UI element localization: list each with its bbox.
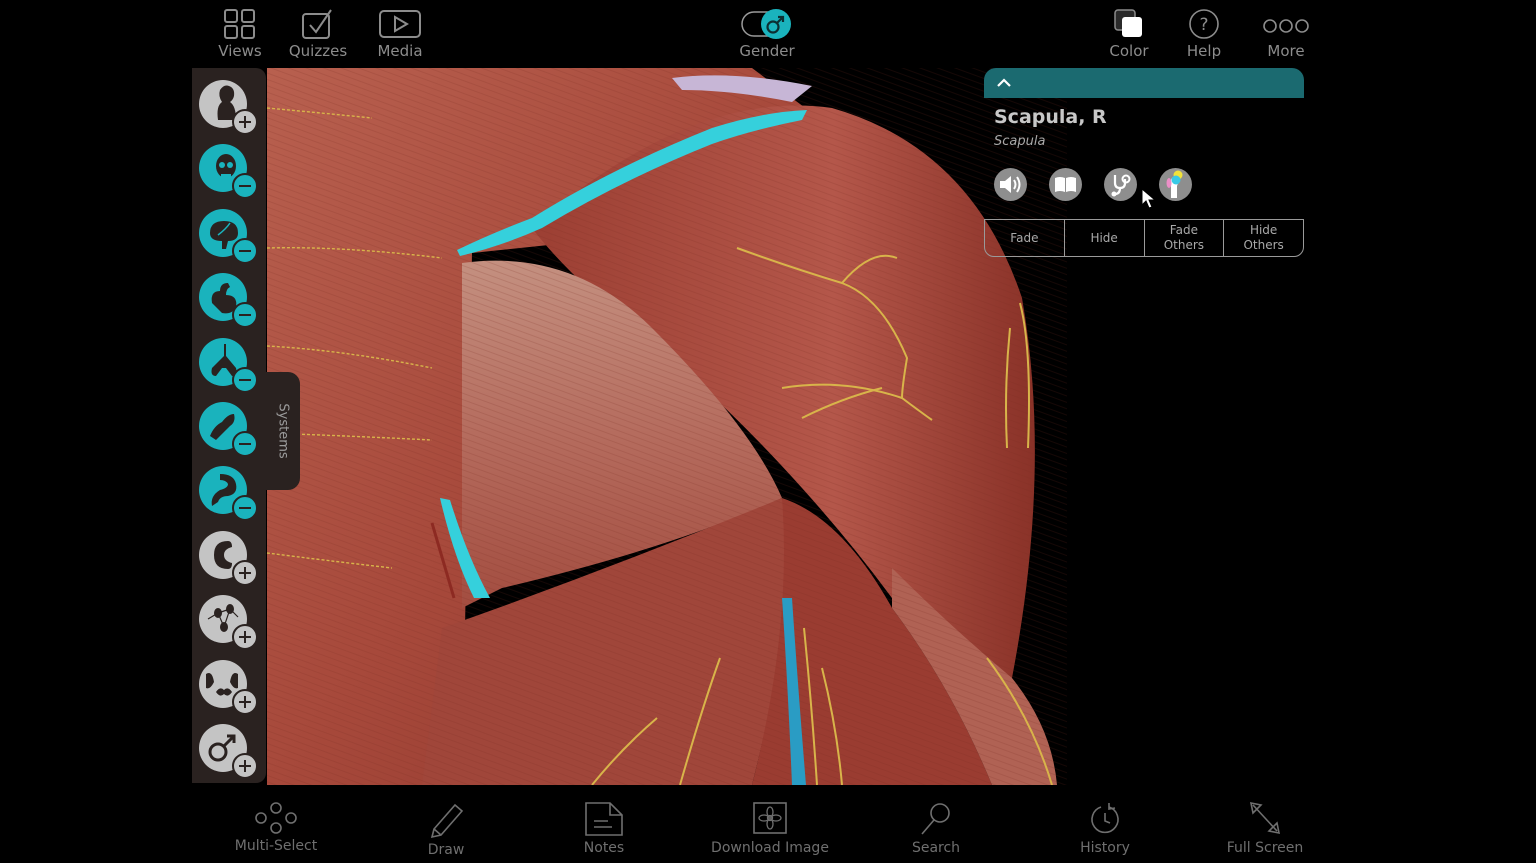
help-label: Help: [1186, 42, 1222, 60]
notes-button[interactable]: Notes: [529, 801, 679, 856]
visibility-actions: Fade Hide Fade Others Hide Others: [984, 219, 1304, 257]
systems-panel: [192, 68, 266, 783]
multi-select-label: Multi-Select: [234, 838, 318, 854]
system-toggle-nervous[interactable]: [196, 207, 262, 267]
checkbox-icon: [302, 9, 332, 39]
systems-tab-label: Systems: [275, 403, 291, 459]
definition-button[interactable]: [1049, 168, 1082, 201]
gender-label: Gender: [739, 42, 795, 60]
definition-book-icon: [1055, 177, 1076, 192]
notes-label: Notes: [583, 840, 625, 856]
download-image-label: Download Image: [711, 840, 829, 856]
clinical-button[interactable]: [1104, 168, 1137, 201]
views-button[interactable]: Views: [200, 8, 280, 60]
help-icon: ?: [1189, 9, 1219, 39]
download-image-icon: [753, 802, 787, 834]
structure-latin-name: Scapula: [994, 134, 1046, 149]
draw-label: Draw: [427, 842, 465, 858]
history-icon: [1091, 803, 1119, 834]
bottom-toolbar: Multi-Select Draw Notes Download Image S…: [192, 787, 1312, 863]
media-button[interactable]: Media: [360, 8, 440, 60]
structure-info-panel: Scapula, R Scapula Fade Hide Fade Others…: [984, 68, 1304, 258]
views-label: Views: [218, 42, 262, 60]
quizzes-label: Quizzes: [288, 42, 348, 60]
hide-button[interactable]: Hide: [1065, 220, 1145, 256]
pronunciation-audio-icon: [1000, 176, 1021, 193]
download-image-button[interactable]: Download Image: [695, 801, 845, 856]
full-screen-button[interactable]: Full Screen: [1190, 801, 1340, 856]
history-label: History: [1080, 840, 1130, 856]
bone-markings-icon: [1166, 170, 1183, 198]
skeletal-system-icon: [199, 144, 258, 200]
urinary-system-icon: [199, 530, 258, 586]
more-label: More: [1267, 42, 1305, 60]
full-screen-label: Full Screen: [1226, 840, 1304, 856]
system-toggle-urinary[interactable]: [196, 529, 262, 589]
cardiovascular-system-icon: [199, 273, 258, 329]
history-button[interactable]: History: [1030, 801, 1180, 856]
male-toggle-icon: [741, 9, 791, 39]
draw-button[interactable]: Draw: [371, 801, 521, 858]
collapse-panel-button[interactable]: [984, 68, 1304, 98]
hide-others-button[interactable]: Hide Others: [1224, 220, 1303, 256]
search-label: Search: [911, 840, 961, 856]
search-button[interactable]: Search: [861, 801, 1011, 856]
endocrine-system-icon: [199, 659, 258, 715]
color-squares-icon: [1114, 9, 1142, 37]
svg-text:?: ?: [1199, 15, 1208, 35]
lymphatic-system-icon: [199, 595, 258, 651]
respiratory-system-icon: [199, 337, 258, 393]
system-toggle-skeletal[interactable]: [196, 142, 262, 202]
help-button[interactable]: ? Help: [1164, 8, 1244, 60]
nervous-system-icon: [199, 208, 258, 264]
multi-select-button[interactable]: Multi-Select: [201, 801, 351, 854]
chevron-up-icon: [997, 78, 1011, 87]
system-toggle-skin[interactable]: [196, 78, 262, 138]
grid-icon: [224, 9, 255, 39]
skin-system-icon: [199, 80, 258, 135]
systems-tab[interactable]: Systems: [266, 372, 300, 490]
structure-title: Scapula, R: [994, 106, 1107, 128]
color-label: Color: [1109, 42, 1149, 60]
anatomy-app: Views Quizzes Media Gender Color ? Help …: [192, 0, 1312, 863]
muscular-system-icon: [199, 402, 258, 457]
top-toolbar: Views Quizzes Media Gender Color ? Help …: [192, 0, 1312, 68]
play-icon: [379, 10, 421, 38]
system-toggle-endocrine[interactable]: [196, 658, 262, 718]
fade-others-button[interactable]: Fade Others: [1145, 220, 1225, 256]
more-button[interactable]: More: [1246, 8, 1326, 60]
pronunciation-button[interactable]: [994, 168, 1027, 201]
search-icon: [921, 803, 950, 835]
gender-toggle[interactable]: Gender: [727, 8, 807, 60]
system-toggle-lymphatic[interactable]: [196, 593, 262, 653]
digestive-system-icon: [199, 466, 258, 522]
full-screen-icon: [1249, 801, 1281, 835]
fade-button[interactable]: Fade: [985, 220, 1065, 256]
color-button[interactable]: Color: [1089, 8, 1169, 60]
system-toggle-respiratory[interactable]: [196, 336, 262, 396]
more-dots-icon: [1263, 19, 1309, 33]
media-label: Media: [377, 42, 423, 60]
mouse-cursor-icon: [1141, 188, 1157, 209]
system-toggle-cardiovascular[interactable]: [196, 271, 262, 331]
reproductive-system-icon: [199, 724, 258, 779]
bone-markings-button[interactable]: [1159, 168, 1192, 201]
fade-others-label: Fade Others: [1163, 223, 1205, 252]
pencil-icon: [430, 803, 464, 839]
hide-others-label: Hide Others: [1243, 223, 1284, 252]
clinical-stethoscope-icon: [1111, 174, 1131, 197]
note-icon: [585, 802, 623, 836]
quizzes-button[interactable]: Quizzes: [278, 8, 358, 60]
system-toggle-muscular[interactable]: [196, 400, 262, 460]
multi-select-icon: [255, 802, 297, 834]
system-toggle-reproductive[interactable]: [196, 722, 262, 782]
system-toggle-digestive[interactable]: [196, 464, 262, 524]
